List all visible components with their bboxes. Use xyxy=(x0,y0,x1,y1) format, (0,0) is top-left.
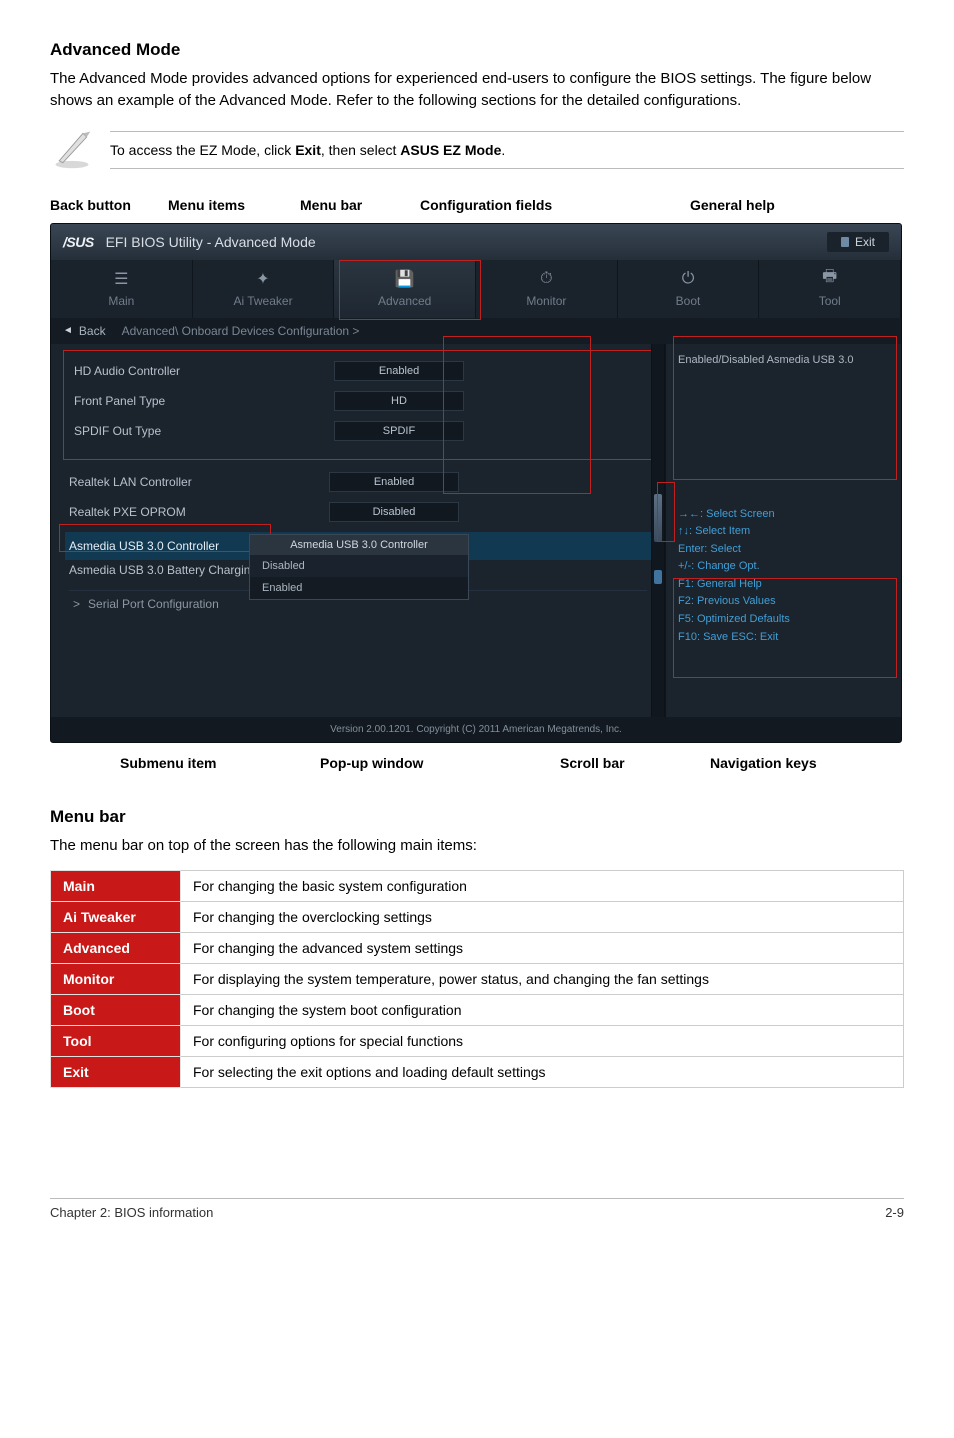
exit-button[interactable]: Exit xyxy=(827,232,889,252)
bios-titlebar: /SUS EFI BIOS Utility - Advanced Mode Ex… xyxy=(51,224,901,260)
scrollbar[interactable] xyxy=(651,344,665,724)
power-icon: ⏻ xyxy=(682,270,695,288)
menu-main[interactable]: ☰Main xyxy=(51,260,193,318)
navigation-keys: →←: Select Screen ↑↓: Select Item Enter:… xyxy=(678,506,889,647)
tool-icon: 🖶 xyxy=(822,265,837,292)
callout-scroll: Scroll bar xyxy=(560,755,625,771)
row-spdif[interactable]: SPDIF Out TypeSPDIF xyxy=(74,421,642,441)
popup-option-enabled[interactable]: Enabled xyxy=(250,577,468,599)
table-row: MainFor changing the basic system config… xyxy=(51,871,904,902)
menu-monitor[interactable]: ⏱Monitor xyxy=(476,260,618,318)
scrollbar-thumb-2[interactable] xyxy=(654,570,662,584)
help-pane: Enabled/Disabled Asmedia USB 3.0 →←: Sel… xyxy=(665,344,901,724)
note-box: To access the EZ Mode, click Exit, then … xyxy=(50,126,904,175)
monitor-icon: ⏱ xyxy=(540,270,552,288)
popup-title: Asmedia USB 3.0 Controller xyxy=(250,535,468,555)
bios-title-text: EFI BIOS Utility - Advanced Mode xyxy=(106,234,316,250)
tweaker-icon: ✦ xyxy=(256,269,269,289)
exit-icon xyxy=(841,237,849,247)
menu-items-table: MainFor changing the basic system config… xyxy=(50,870,904,1088)
settings-group-1: HD Audio ControllerEnabled Front Panel T… xyxy=(63,350,653,460)
row-front-panel[interactable]: Front Panel TypeHD xyxy=(74,391,642,411)
table-row: MonitorFor displaying the system tempera… xyxy=(51,964,904,995)
popup-window: Asmedia USB 3.0 Controller Disabled Enab… xyxy=(249,534,469,600)
breadcrumb-text: Advanced\ Onboard Devices Configuration … xyxy=(122,324,360,338)
scrollbar-thumb[interactable] xyxy=(654,494,662,542)
callout-bar: Menu bar xyxy=(300,197,362,213)
disk-icon: 💾 xyxy=(395,269,415,289)
footer-page-number: 2-9 xyxy=(885,1205,904,1220)
top-callout-row: Back button Menu items Menu bar Configur… xyxy=(50,197,904,217)
intro-paragraph: The Advanced Mode provides advanced opti… xyxy=(50,68,904,112)
menu-boot[interactable]: ⏻Boot xyxy=(618,260,760,318)
popup-option-disabled[interactable]: Disabled xyxy=(250,555,468,577)
table-row: Ai TweakerFor changing the overclocking … xyxy=(51,902,904,933)
table-row: ExitFor selecting the exit options and l… xyxy=(51,1057,904,1088)
menu-ai-tweaker[interactable]: ✦Ai Tweaker xyxy=(193,260,335,318)
callout-nav: Navigation keys xyxy=(710,755,817,771)
back-button[interactable]: Back xyxy=(63,324,106,338)
row-realtek-pxe[interactable]: Realtek PXE OPROMDisabled xyxy=(69,502,647,522)
callout-items: Menu items xyxy=(168,197,245,213)
callout-popup: Pop-up window xyxy=(320,755,423,771)
table-row: BootFor changing the system boot configu… xyxy=(51,995,904,1026)
breadcrumb-row: Back Advanced\ Onboard Devices Configura… xyxy=(51,318,901,344)
settings-pane: HD Audio ControllerEnabled Front Panel T… xyxy=(51,344,665,724)
pencil-icon xyxy=(50,126,94,175)
help-text: Enabled/Disabled Asmedia USB 3.0 xyxy=(678,354,889,366)
menu-tool[interactable]: 🖶Tool xyxy=(759,260,901,318)
menu-advanced[interactable]: 💾Advanced xyxy=(334,260,476,318)
callout-help: General help xyxy=(690,197,775,213)
chevron-right-icon xyxy=(73,597,88,611)
menu-bar-desc: The menu bar on top of the screen has th… xyxy=(50,835,904,857)
list-icon: ☰ xyxy=(114,269,128,289)
bottom-callout-row: Submenu item Pop-up window Scroll bar Na… xyxy=(50,747,904,777)
menu-bar-heading: Menu bar xyxy=(50,807,904,827)
callout-submenu: Submenu item xyxy=(120,755,216,771)
bios-window: /SUS EFI BIOS Utility - Advanced Mode Ex… xyxy=(50,223,902,743)
note-text: To access the EZ Mode, click Exit, then … xyxy=(110,131,904,169)
callout-config: Configuration fields xyxy=(420,197,552,213)
bios-menu-bar: ☰Main ✦Ai Tweaker 💾Advanced ⏱Monitor ⏻Bo… xyxy=(51,260,901,318)
brand-logo: /SUS xyxy=(63,234,94,250)
footer-chapter: Chapter 2: BIOS information xyxy=(50,1205,213,1220)
bios-footer: Version 2.00.1201. Copyright (C) 2011 Am… xyxy=(51,717,901,742)
row-hd-audio[interactable]: HD Audio ControllerEnabled xyxy=(74,361,642,381)
row-realtek-lan[interactable]: Realtek LAN ControllerEnabled xyxy=(69,472,647,492)
page-footer: Chapter 2: BIOS information 2-9 xyxy=(50,1198,904,1220)
table-row: ToolFor configuring options for special … xyxy=(51,1026,904,1057)
table-row: AdvancedFor changing the advanced system… xyxy=(51,933,904,964)
callout-back: Back button xyxy=(50,197,131,213)
advanced-mode-heading: Advanced Mode xyxy=(50,40,904,60)
